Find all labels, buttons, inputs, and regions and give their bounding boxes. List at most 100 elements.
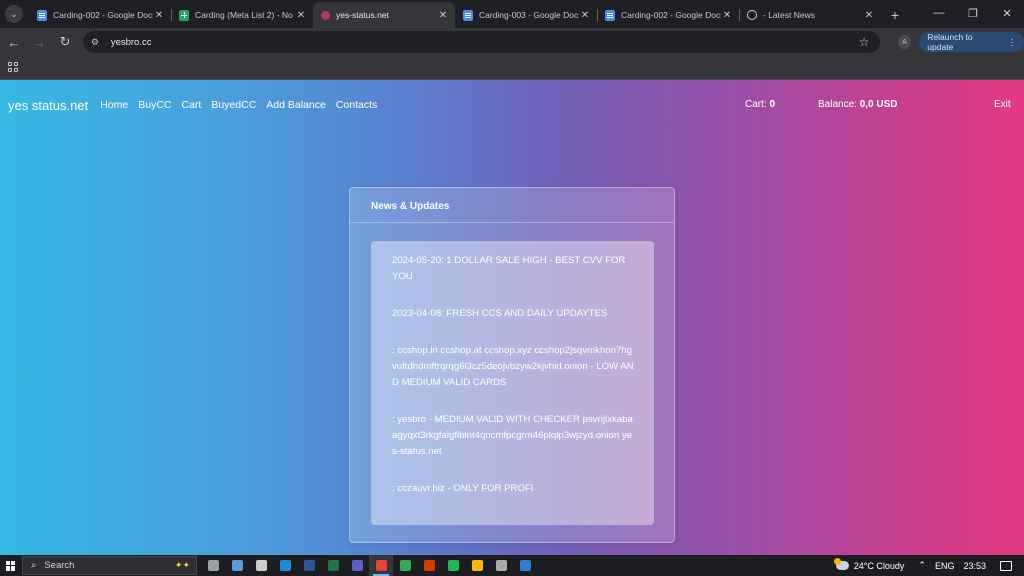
- excel-icon[interactable]: [321, 555, 345, 576]
- tab-close-icon[interactable]: ✕: [295, 10, 307, 21]
- tab-close-icon[interactable]: ✕: [437, 10, 449, 21]
- news-list: 2024-05-20: 1 DOLLAR SALE HIGH - BEST CV…: [371, 241, 654, 525]
- nav-buycc[interactable]: BuyCC: [138, 99, 171, 111]
- taskbar-search[interactable]: ⌕ Search ✦✦: [22, 556, 197, 575]
- forward-arrow-icon[interactable]: →: [28, 30, 52, 54]
- web-page: yes status.net Home BuyCC Cart BuyedCC A…: [0, 80, 1024, 555]
- pinned-apps: [201, 555, 537, 576]
- exit-link[interactable]: Exit: [994, 99, 1011, 110]
- back-arrow-icon[interactable]: ←: [2, 30, 26, 54]
- tab-close-icon[interactable]: ✕: [153, 10, 165, 21]
- chrome-profile-icon[interactable]: [393, 555, 417, 576]
- site-brand[interactable]: yes status.net: [8, 98, 88, 113]
- app-glyph: [207, 560, 219, 571]
- copilot-sparkle-icon[interactable]: ✦✦: [175, 560, 190, 571]
- profile-avatar[interactable]: A: [897, 35, 912, 49]
- clock[interactable]: 23:53: [963, 561, 986, 571]
- browser-tab-2[interactable]: Carding (Meta List 2) - No ✕: [171, 2, 313, 28]
- windows-taskbar: ⌕ Search ✦✦ 24°C Cloudy ⌃ ENG 23:53: [0, 555, 1024, 576]
- teams-icon[interactable]: [345, 555, 369, 576]
- browser-tab-3-active[interactable]: yes-status.net ✕: [313, 2, 455, 28]
- tab-search-chevron-icon[interactable]: ⌄: [5, 5, 23, 23]
- browser-toolbar: ← → ↻ ⚙ yesbro.cc ☆ A Relaunch to update…: [0, 28, 1024, 56]
- tab-title: yes-status.net: [336, 10, 389, 20]
- news-item: : yesbro - MEDIUM VALID WITH CHECKER psv…: [392, 414, 633, 457]
- app-glyph: [351, 560, 363, 571]
- browser-tab-1[interactable]: Carding-002 - Google Docs ✕: [29, 2, 171, 28]
- app-glyph: [423, 560, 435, 571]
- nav-buyedcc[interactable]: BuyedCC: [211, 99, 256, 111]
- vscode-icon[interactable]: [513, 555, 537, 576]
- news-item: : ccshop.in ccshop.at ccshop.xyz ccshop2…: [392, 345, 634, 388]
- reload-icon[interactable]: ↻: [53, 30, 77, 54]
- tab-title: Carding (Meta List 2) - No: [195, 10, 293, 20]
- news-card: News & Updates 2024-05-20: 1 DOLLAR SALE…: [349, 187, 675, 543]
- chevron-up-icon[interactable]: ⌃: [918, 560, 926, 571]
- news-title: News & Updates: [350, 188, 674, 223]
- app-glyph: [375, 560, 387, 571]
- google-docs-icon: [37, 9, 47, 21]
- app-glyph: [447, 560, 459, 571]
- app-glyph: [471, 560, 483, 571]
- address-bar[interactable]: ⚙ yesbro.cc ☆: [82, 31, 880, 53]
- copilot-app-icon[interactable]: [225, 555, 249, 576]
- nav-add-balance[interactable]: Add Balance: [266, 99, 326, 111]
- relaunch-label: Relaunch to update: [927, 32, 973, 52]
- close-window-icon[interactable]: ✕: [990, 0, 1024, 26]
- minimize-icon[interactable]: —: [922, 0, 956, 26]
- start-button[interactable]: [0, 555, 22, 576]
- weather-text: 24°C Cloudy: [853, 560, 905, 571]
- tab-close-icon[interactable]: ✕: [721, 10, 733, 21]
- app-glyph: [495, 560, 507, 571]
- bookmarks-bar: [0, 56, 1024, 80]
- browser-tab-6[interactable]: - Latest News ✕: [739, 2, 881, 28]
- office-icon[interactable]: [417, 555, 441, 576]
- app-glyph: [519, 560, 531, 571]
- news-item: : cczauvr.biz - ONLY FOR PROFI: [392, 483, 534, 494]
- task-view-icon[interactable]: [201, 555, 225, 576]
- language-indicator[interactable]: ENG: [935, 561, 955, 571]
- settings-icon[interactable]: [249, 555, 273, 576]
- terminal-icon[interactable]: [489, 555, 513, 576]
- app-glyph: [327, 560, 339, 571]
- edge-icon[interactable]: [273, 555, 297, 576]
- nav-cart[interactable]: Cart: [182, 99, 202, 111]
- browser-tab-5[interactable]: Carding-002 - Google Docs ✕: [597, 2, 739, 28]
- nav-home[interactable]: Home: [100, 99, 128, 111]
- tab-title: Carding-003 - Google Docs: [479, 10, 579, 20]
- bookmark-star-icon[interactable]: ☆: [859, 35, 870, 49]
- spotify-icon[interactable]: [441, 555, 465, 576]
- tab-close-icon[interactable]: ✕: [579, 10, 591, 21]
- url-text[interactable]: yesbro.cc: [111, 37, 859, 48]
- search-icon: ⌕: [31, 560, 37, 571]
- nav-contacts[interactable]: Contacts: [336, 99, 377, 111]
- tab-title: Carding-002 - Google Docs: [621, 10, 721, 20]
- new-tab-button[interactable]: +: [883, 2, 907, 28]
- restore-icon[interactable]: ❐: [956, 0, 990, 26]
- balance-display: Balance: 0,0 USD: [818, 99, 898, 110]
- search-label: Search: [44, 560, 75, 571]
- window-controls: — ❐ ✕: [922, 0, 1024, 28]
- cart-count[interactable]: Cart: 0: [745, 99, 775, 110]
- balance-label: Balance:: [818, 99, 857, 110]
- windows-logo-icon: [6, 560, 16, 571]
- more-menu-icon[interactable]: ⋮: [1008, 37, 1017, 48]
- site-info-icon[interactable]: ⚙: [91, 37, 103, 47]
- word-icon[interactable]: [297, 555, 321, 576]
- browser-tab-strip: ⌄ Carding-002 - Google Docs ✕ Carding (M…: [0, 0, 1024, 28]
- app-glyph: [303, 560, 315, 571]
- relaunch-button[interactable]: Relaunch to update ⋮: [919, 32, 1024, 52]
- chrome-icon[interactable]: [369, 555, 393, 576]
- system-tray: 24°C Cloudy ⌃ ENG 23:53: [833, 555, 1024, 576]
- tab-title: - Latest News: [763, 10, 815, 20]
- weather-widget[interactable]: 24°C Cloudy: [833, 558, 905, 571]
- browser-tab-4[interactable]: Carding-003 - Google Docs ✕: [455, 2, 597, 28]
- site-navbar: yes status.net Home BuyCC Cart BuyedCC A…: [0, 80, 1024, 130]
- apps-grid-icon[interactable]: [8, 62, 18, 72]
- cart-value: 0: [769, 99, 776, 110]
- file-explorer-icon[interactable]: [465, 555, 489, 576]
- notification-icon[interactable]: [1000, 560, 1012, 571]
- app-glyph: [231, 560, 243, 571]
- partly-cloudy-icon: [833, 558, 849, 570]
- tab-close-icon[interactable]: ✕: [863, 10, 875, 21]
